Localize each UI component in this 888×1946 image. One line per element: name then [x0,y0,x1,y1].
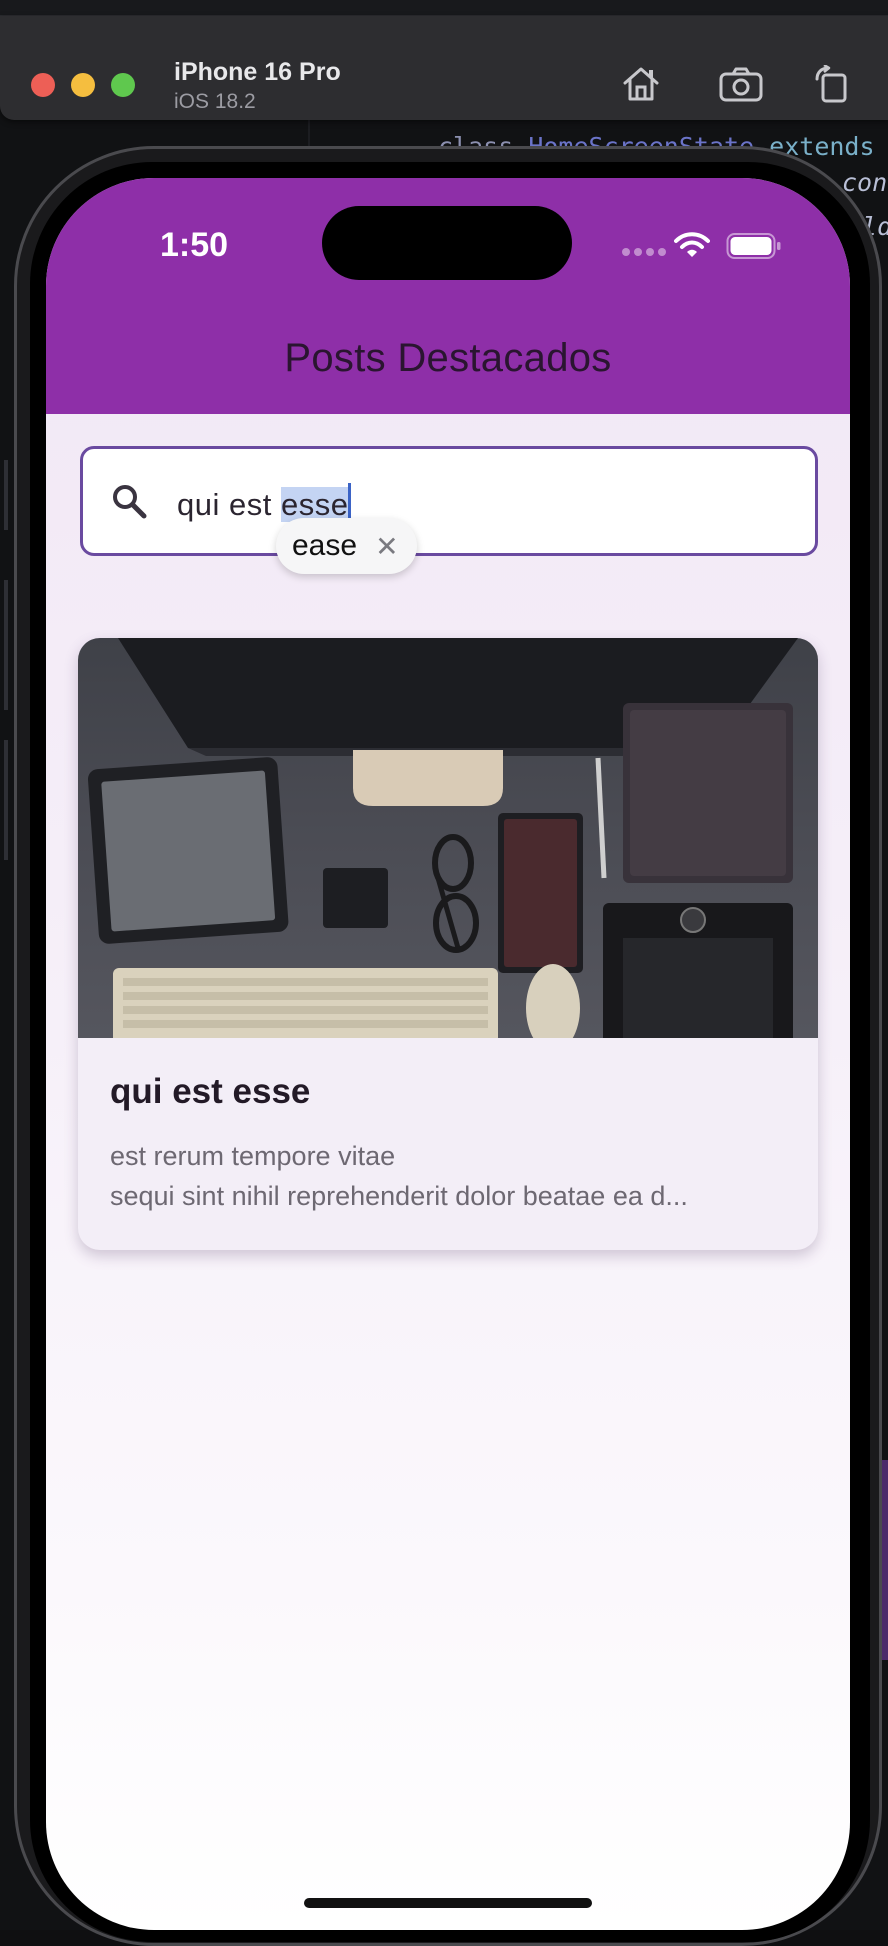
autocorrect-word[interactable]: ease [292,529,357,563]
editor-top-bar [0,0,888,16]
search-input-value: qui est esse [177,483,352,523]
editor-marker [4,740,8,860]
page-title: Posts Destacados [284,336,612,380]
search-input[interactable]: qui est esse [80,446,818,556]
zoom-window-button[interactable] [111,73,135,97]
screenshot-button[interactable] [718,62,764,106]
device-os-version: iOS 18.2 [174,90,256,113]
search-icon [113,485,147,519]
autocorrect-suggestion[interactable]: ease ✕ [276,518,417,574]
editor-marker [4,460,8,530]
post-body-line: est rerum tempore vitae [110,1141,396,1171]
home-indicator[interactable] [304,1898,592,1908]
post-card[interactable]: qui est esse est rerum tempore vitae seq… [78,638,818,1250]
minimize-window-button[interactable] [71,73,95,97]
device-screen: 1:50 Posts Destacados qui est esse ease … [46,178,850,1930]
cellular-signal-icon [622,248,666,256]
close-window-button[interactable] [31,73,55,97]
text-caret [348,483,352,521]
dynamic-island [322,206,572,280]
simulator-title-bar: iPhone 16 Pro iOS 18.2 [0,16,888,120]
rotate-icon [815,65,847,103]
wifi-icon [674,232,710,257]
post-image [78,638,818,1038]
rotate-button[interactable] [808,62,854,106]
editor-marker [4,580,8,710]
post-title: qui est esse [110,1072,311,1111]
post-body-line: sequi sint nihil reprehenderit dolor bea… [110,1181,688,1211]
post-body: est rerum tempore vitae sequi sint nihil… [110,1136,800,1216]
search-selected-text: esse [280,487,349,522]
close-icon[interactable]: ✕ [375,530,398,563]
battery-icon [726,233,781,259]
home-icon [623,67,659,101]
home-button[interactable] [618,62,664,106]
app-bar: 1:50 Posts Destacados [46,178,850,414]
screenshot-icon [719,67,763,102]
device-name: iPhone 16 Pro [174,58,341,86]
status-time: 1:50 [160,226,229,264]
